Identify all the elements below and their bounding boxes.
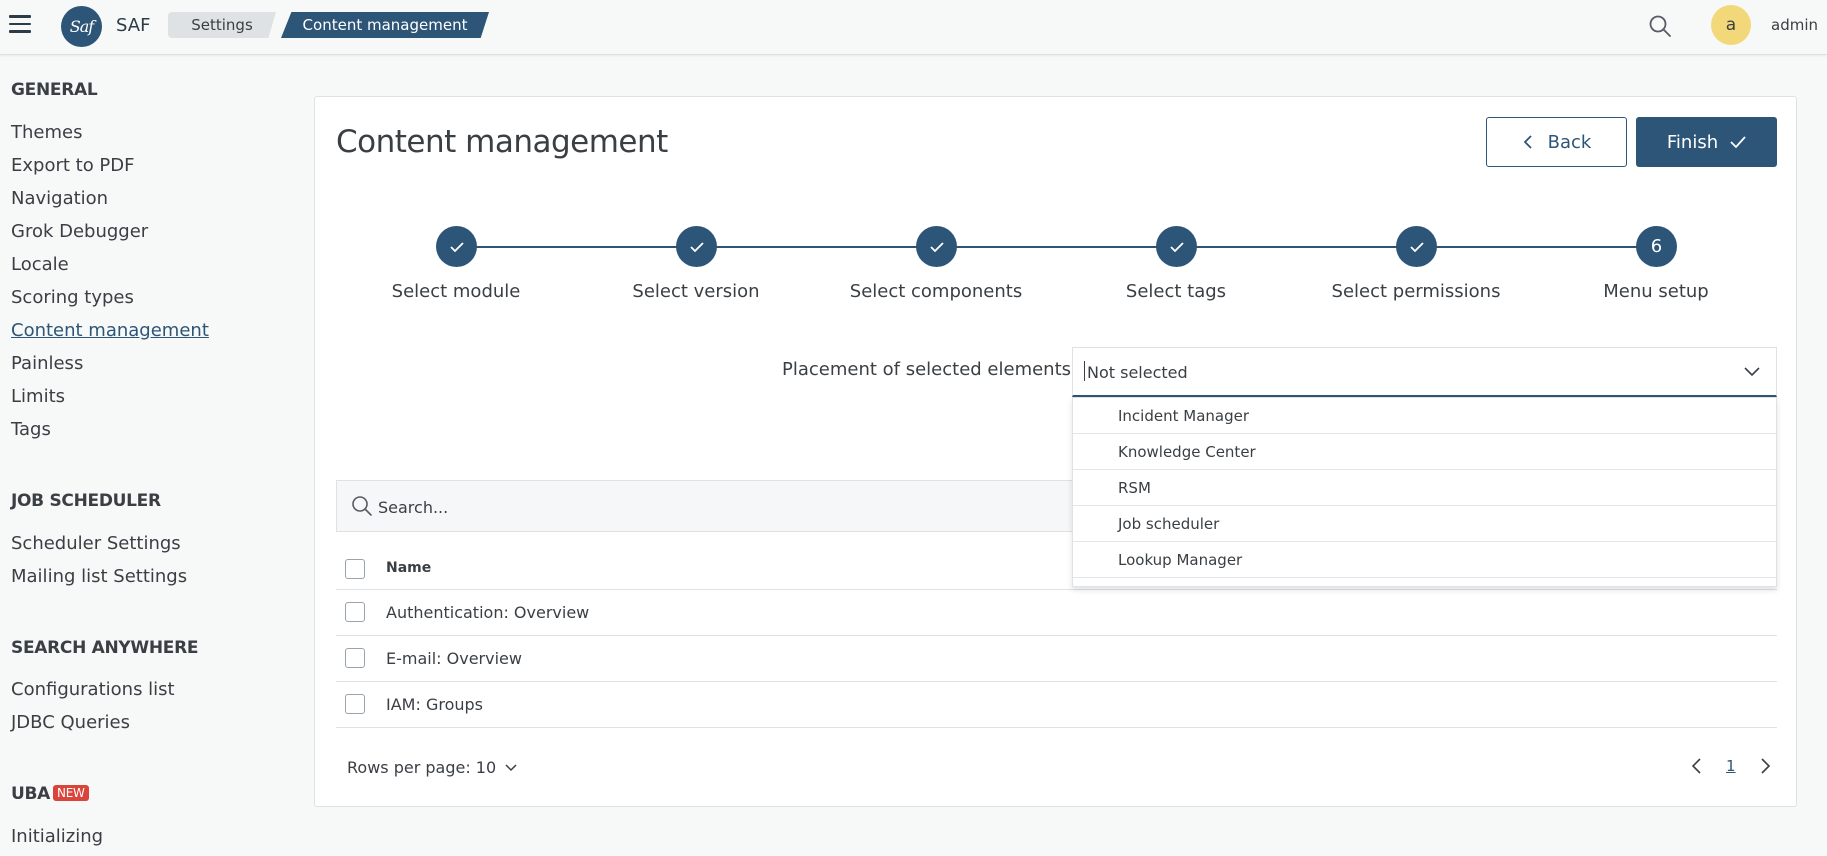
row-checkbox[interactable] bbox=[345, 648, 365, 668]
back-button-label: Back bbox=[1547, 131, 1592, 153]
sidebar-item-grok-debugger[interactable]: Grok Debugger bbox=[11, 221, 148, 242]
sidebar-item-scoring-types[interactable]: Scoring types bbox=[11, 287, 134, 308]
saf-logo[interactable]: Saf bbox=[61, 6, 102, 47]
row-name: E-mail: Overview bbox=[386, 649, 522, 668]
check-icon bbox=[1730, 136, 1746, 149]
dropdown-option-job-scheduler[interactable]: Job scheduler bbox=[1073, 506, 1776, 542]
step-label-select-components: Select components bbox=[849, 281, 1023, 302]
section-uba: UBA NEW bbox=[11, 784, 89, 804]
search-input[interactable] bbox=[378, 495, 978, 519]
chevron-down-icon bbox=[505, 763, 517, 771]
content-panel: Content management Back Finish 6 Select … bbox=[314, 96, 1797, 807]
sidebar-item-content-management[interactable]: Content management bbox=[11, 320, 209, 341]
chevron-left-icon bbox=[1523, 135, 1532, 149]
sidebar-item-locale[interactable]: Locale bbox=[11, 254, 69, 275]
step-6-current[interactable]: 6 bbox=[1636, 226, 1677, 267]
chevron-down-icon[interactable] bbox=[1742, 362, 1762, 382]
app-name: SAF bbox=[116, 15, 151, 36]
step-label-select-permissions: Select permissions bbox=[1331, 281, 1501, 302]
step-label-select-tags: Select tags bbox=[1125, 281, 1227, 302]
search-icon bbox=[352, 496, 372, 516]
sidebar-item-tags[interactable]: Tags bbox=[11, 419, 51, 440]
section-uba-title: UBA bbox=[11, 784, 51, 804]
check-icon bbox=[929, 241, 944, 252]
step-2-done[interactable] bbox=[676, 226, 717, 267]
section-general: GENERAL bbox=[11, 80, 98, 100]
sidebar: GENERAL Themes Export to PDF Navigation … bbox=[0, 56, 300, 856]
sidebar-item-navigation[interactable]: Navigation bbox=[11, 188, 108, 209]
page-title: Content management bbox=[336, 124, 668, 160]
row-name: Authentication: Overview bbox=[386, 603, 590, 622]
sidebar-item-themes[interactable]: Themes bbox=[11, 122, 82, 143]
username[interactable]: admin bbox=[1771, 16, 1818, 34]
sidebar-item-mailing-list-settings[interactable]: Mailing list Settings bbox=[11, 566, 187, 587]
step-label-select-module: Select module bbox=[391, 281, 521, 302]
row-name: IAM: Groups bbox=[386, 695, 483, 714]
table-row[interactable]: IAM: Groups bbox=[336, 682, 1777, 728]
placement-label: Placement of selected elements: bbox=[782, 359, 1078, 380]
breadcrumb-content-management[interactable]: Content management bbox=[281, 12, 489, 38]
table-row[interactable]: E-mail: Overview bbox=[336, 636, 1777, 682]
breadcrumb-settings[interactable]: Settings bbox=[168, 12, 276, 38]
step-1-done[interactable] bbox=[436, 226, 477, 267]
section-job-scheduler: JOB SCHEDULER bbox=[11, 491, 161, 511]
avatar[interactable]: a bbox=[1711, 5, 1751, 45]
table-row[interactable]: Authentication: Overview bbox=[336, 590, 1777, 636]
chevron-left-icon[interactable] bbox=[1688, 757, 1706, 775]
page-number[interactable]: 1 bbox=[1726, 757, 1736, 775]
sidebar-item-scheduler-settings[interactable]: Scheduler Settings bbox=[11, 533, 181, 554]
sidebar-item-painless[interactable]: Painless bbox=[11, 353, 83, 374]
stepper-line bbox=[456, 246, 1656, 248]
placement-select[interactable]: Not selected bbox=[1072, 347, 1777, 397]
text-cursor bbox=[1084, 361, 1085, 381]
section-search-anywhere: SEARCH ANYWHERE bbox=[11, 638, 199, 658]
placement-dropdown: Incident Manager Knowledge Center RSM Jo… bbox=[1072, 397, 1777, 587]
sidebar-item-export-pdf[interactable]: Export to PDF bbox=[11, 155, 135, 176]
step-label-menu-setup: Menu setup bbox=[1603, 281, 1709, 302]
search-icon[interactable] bbox=[1648, 14, 1672, 38]
select-all-checkbox[interactable] bbox=[345, 559, 365, 579]
step-5-done[interactable] bbox=[1396, 226, 1437, 267]
step-4-done[interactable] bbox=[1156, 226, 1197, 267]
column-header-name[interactable]: Name bbox=[386, 560, 431, 576]
finish-button[interactable]: Finish bbox=[1636, 117, 1777, 167]
sidebar-item-jdbc-queries[interactable]: JDBC Queries bbox=[11, 712, 130, 733]
finish-button-label: Finish bbox=[1666, 131, 1719, 153]
sidebar-item-limits[interactable]: Limits bbox=[11, 386, 65, 407]
dropdown-option-knowledge-center[interactable]: Knowledge Center bbox=[1073, 434, 1776, 470]
step-label-select-version: Select version bbox=[632, 281, 760, 302]
placement-value: Not selected bbox=[1087, 363, 1188, 382]
chevron-right-icon[interactable] bbox=[1756, 757, 1774, 775]
sidebar-item-configurations-list[interactable]: Configurations list bbox=[11, 679, 175, 700]
row-checkbox[interactable] bbox=[345, 694, 365, 714]
back-button[interactable]: Back bbox=[1486, 117, 1627, 167]
rows-per-page-label: Rows per page: 10 bbox=[347, 758, 497, 777]
check-icon bbox=[449, 241, 464, 252]
rows-per-page-select[interactable]: Rows per page: 10 bbox=[347, 758, 518, 777]
dropdown-option-lookup-manager[interactable]: Lookup Manager bbox=[1073, 542, 1776, 578]
row-checkbox[interactable] bbox=[345, 602, 365, 622]
new-badge: NEW bbox=[53, 785, 89, 801]
check-icon bbox=[1409, 241, 1424, 252]
step-3-done[interactable] bbox=[916, 226, 957, 267]
check-icon bbox=[1169, 241, 1184, 252]
top-bar: Saf SAF Settings Content management a ad… bbox=[0, 0, 1827, 55]
check-icon bbox=[689, 241, 704, 252]
dropdown-option-rsm[interactable]: RSM bbox=[1073, 470, 1776, 506]
sidebar-item-initializing[interactable]: Initializing bbox=[11, 826, 103, 847]
menu-icon[interactable] bbox=[9, 15, 31, 33]
dropdown-option-incident-manager[interactable]: Incident Manager bbox=[1073, 398, 1776, 434]
